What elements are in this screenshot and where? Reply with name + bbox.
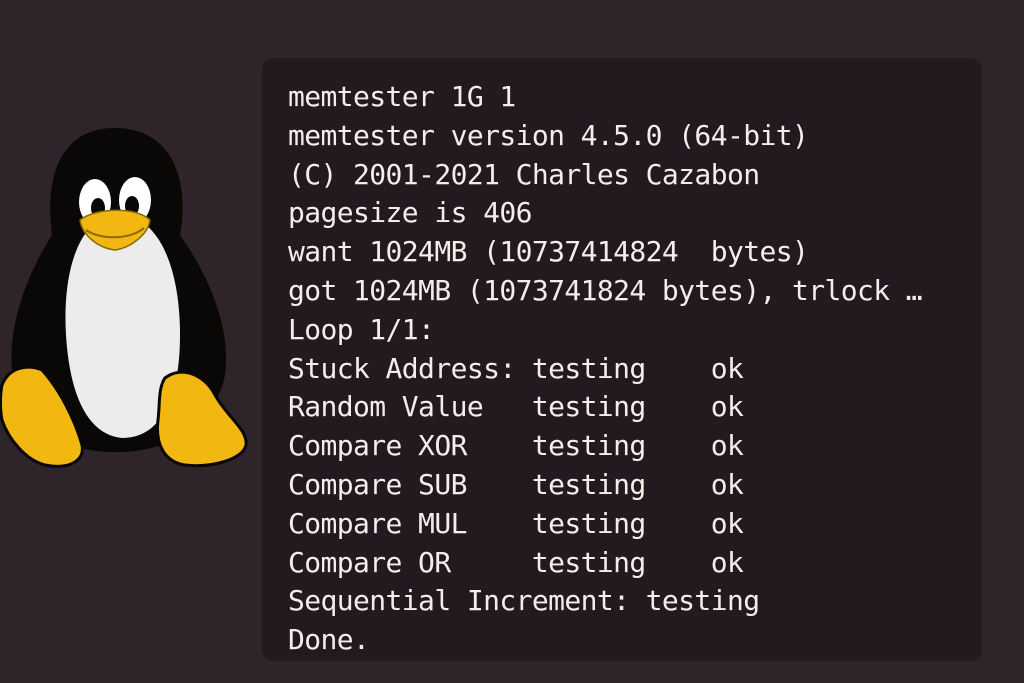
terminal-line: got 1024MB (1073741824 bytes), trlock … xyxy=(288,273,923,307)
terminal-line: Sequential Increment: testing xyxy=(288,584,760,618)
terminal-line: want 1024MB (10737414824 bytes) xyxy=(288,235,809,269)
terminal-line: Stuck Address: testing ok xyxy=(288,351,744,385)
terminal-line: Compare MUL testing ok xyxy=(288,506,744,540)
terminal-line: Done. xyxy=(288,623,370,657)
terminal-line: Compare XOR testing ok xyxy=(288,429,744,463)
terminal-line: Compare OR testing ok xyxy=(288,545,744,579)
terminal-line: Random Value testing ok xyxy=(288,390,744,424)
terminal-line: (C) 2001-2021 Charles Cazabon xyxy=(288,157,760,191)
terminal-line: Loop 1/1: xyxy=(288,312,435,346)
terminal-line: pagesize is 406 xyxy=(288,196,532,230)
tux-penguin-icon xyxy=(0,120,250,480)
terminal-line: Compare SUB testing ok xyxy=(288,467,744,501)
terminal-line: memtester version 4.5.0 (64-bit) xyxy=(288,118,809,152)
terminal-line: memtester 1G 1 xyxy=(288,80,516,113)
terminal-window[interactable]: memtester 1G 1 memtester version 4.5.0 (… xyxy=(262,58,982,661)
